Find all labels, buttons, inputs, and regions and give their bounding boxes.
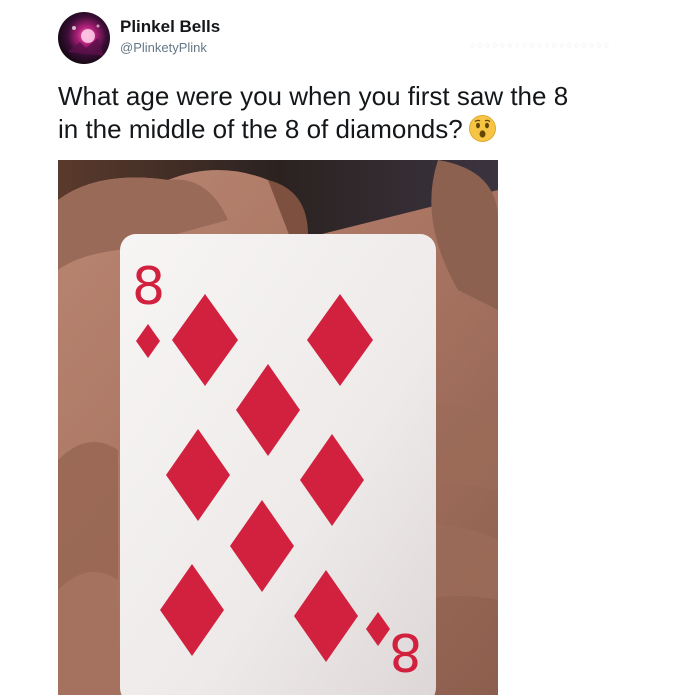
surprised-face-icon: [468, 115, 496, 142]
tweet-photo[interactable]: 8 8: [58, 160, 498, 695]
tweet-text-line: What age were you when you first saw the…: [58, 81, 569, 111]
tweet-card: Plinkel Bells @PlinketyPlink ○○○○○○○○○○○…: [0, 0, 700, 700]
card-index-bottom: 8: [389, 621, 422, 681]
card-index-top: 8: [132, 257, 165, 317]
tweet-text-line-with-emoji: in the middle of the 8 of diamonds?: [58, 113, 658, 146]
username-handle[interactable]: @PlinketyPlink: [120, 40, 207, 55]
faded-watermark: ○○○○○○○○○○○○○○○○○○○: [470, 40, 612, 50]
tweet-text: What age were you when you first saw the…: [58, 80, 658, 146]
avatar[interactable]: [58, 12, 110, 64]
avatar-photo-icon: [68, 24, 104, 56]
tweet-text-line: in the middle of the 8 of diamonds?: [58, 114, 463, 144]
playing-card: [120, 234, 436, 695]
card-in-hand-photo: 8 8: [58, 160, 498, 695]
display-name[interactable]: Plinkel Bells: [120, 17, 220, 37]
